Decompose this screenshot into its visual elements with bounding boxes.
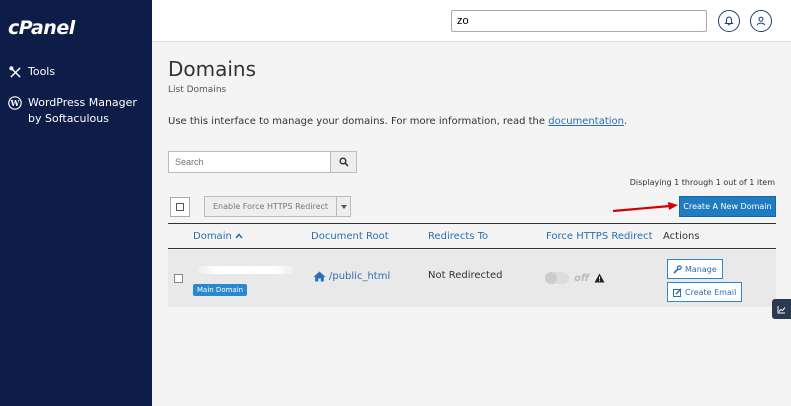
domain-name-redacted[interactable] (198, 266, 294, 274)
checkbox-box (176, 203, 184, 211)
header-force-https[interactable]: Force HTTPS Redirect (546, 231, 653, 242)
red-arrow-annotation (612, 202, 678, 213)
caret-down-icon (340, 204, 347, 209)
create-email-button[interactable]: Create Email (667, 282, 743, 302)
row-checkbox[interactable] (174, 274, 183, 283)
results-count: Displaying 1 through 1 out of 1 item (629, 178, 775, 187)
sidebar-item-label: WordPress Manager by Softaculous (28, 96, 137, 125)
cpanel-logo[interactable]: cPanel (8, 17, 75, 39)
header-redirects-to[interactable]: Redirects To (428, 231, 488, 242)
table-header: Domain Document Root Redirects To Force … (168, 223, 776, 249)
edit-icon (673, 288, 682, 297)
document-root-path: /public_html (329, 271, 391, 282)
create-email-label: Create Email (685, 287, 737, 297)
enable-https-redirect-button[interactable]: Enable Force HTTPS Redirect (204, 196, 338, 217)
header-actions: Actions (663, 231, 700, 242)
sidebar: cPanel Tools W WordPress Manager by Soft… (0, 0, 152, 406)
intro-body: Use this interface to manage your domain… (168, 116, 549, 127)
manage-label: Manage (685, 264, 717, 274)
toggle-knob (545, 272, 557, 284)
home-icon (313, 271, 326, 282)
wrench-icon (673, 264, 682, 274)
sidebar-item-label: Tools (28, 65, 56, 78)
header-document-root[interactable]: Document Root (311, 231, 389, 242)
domain-search-input[interactable] (168, 151, 331, 173)
https-redirect-group: Enable Force HTTPS Redirect (204, 196, 352, 217)
search-button[interactable] (331, 151, 357, 173)
page-title: Domains (168, 57, 257, 81)
https-dropdown-toggle[interactable] (337, 196, 352, 217)
chart-icon (777, 305, 786, 313)
toggle-state-label: off (574, 272, 590, 284)
main-domain-badge: Main Domain (193, 284, 248, 296)
select-all-checkbox[interactable] (170, 197, 190, 217)
top-search-input[interactable] (451, 10, 707, 32)
warning-icon[interactable] (594, 273, 605, 283)
svg-text:W: W (10, 98, 21, 108)
redirects-value: Not Redirected (428, 270, 503, 281)
bell-icon (724, 16, 734, 26)
chevron-up-icon (235, 233, 243, 239)
wordpress-icon: W (8, 96, 22, 110)
main-content: Domains List Domains Use this interface … (152, 43, 791, 406)
intro-text: Use this interface to manage your domain… (168, 116, 627, 127)
domain-search (168, 151, 357, 173)
domains-table: Domain Document Root Redirects To Force … (168, 223, 776, 307)
create-new-domain-button[interactable]: Create A New Domain (679, 196, 776, 217)
tools-icon (8, 65, 22, 79)
toggle-track (545, 272, 569, 284)
user-icon (756, 16, 766, 26)
manage-button[interactable]: Manage (667, 259, 723, 279)
table-row: Main Domain /public_html Not Redirected … (168, 250, 776, 307)
intro-end: . (623, 116, 628, 127)
search-icon (338, 157, 349, 167)
sidebar-item-wordpress-manager[interactable]: W WordPress Manager by Softaculous (8, 95, 148, 127)
top-bar (152, 0, 791, 42)
page-subtitle: List Domains (168, 85, 227, 95)
header-domain-label: Domain (193, 231, 232, 242)
notifications-button[interactable] (718, 10, 740, 32)
documentation-link[interactable]: documentation (548, 116, 624, 127)
force-https-toggle[interactable]: off (545, 272, 605, 284)
header-domain[interactable]: Domain (193, 231, 243, 242)
stats-panel-tab[interactable] (772, 299, 791, 319)
sidebar-item-tools[interactable]: Tools (8, 64, 55, 80)
user-menu-button[interactable] (750, 10, 772, 32)
document-root-link[interactable]: /public_html (313, 271, 390, 282)
